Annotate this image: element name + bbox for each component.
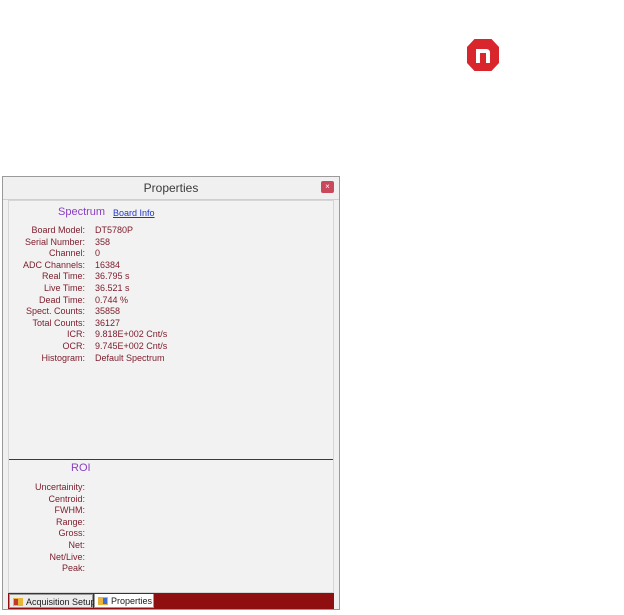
- property-label: Total Counts:: [32, 317, 85, 328]
- property-label: Spect. Counts:: [25, 306, 85, 317]
- property-value: 9.818E+002 Cnt/s: [95, 329, 168, 340]
- panel-tab-bar: Acquisition Setup Properties: [8, 593, 334, 609]
- property-value: Default Spectrum: [95, 352, 165, 363]
- properties-panel: Spectrum Board Info Board Model: DT5780P S…: [8, 200, 334, 593]
- property-label: Peak:: [61, 563, 85, 574]
- property-label: ICR:: [67, 329, 85, 340]
- spectrum-section-title: Spectrum: [58, 206, 106, 218]
- property-label: Net/Live:: [49, 551, 85, 562]
- tab-label: Acquisition Setup: [26, 597, 96, 607]
- property-label: Serial Number:: [24, 236, 85, 247]
- tab-label: Properties: [111, 596, 153, 606]
- property-value: DT5780P: [95, 225, 134, 235]
- property-label: Channel:: [48, 248, 85, 259]
- tab-acquisition-setup[interactable]: Acquisition Setup: [9, 594, 96, 608]
- property-value: 0.744 %: [95, 294, 129, 305]
- property-label: ADC Channels:: [22, 259, 85, 270]
- window-title: Properties: [143, 181, 199, 195]
- property-label: FWHM:: [54, 505, 86, 516]
- property-label: Real Time:: [41, 271, 85, 282]
- property-label: Range:: [55, 516, 85, 527]
- tab-properties[interactable]: Properties: [94, 594, 154, 608]
- properties-window: Properties × Spectrum Board Info Board M…: [2, 176, 340, 610]
- property-value: 0: [95, 248, 101, 259]
- property-label: Histogram:: [41, 352, 85, 363]
- property-label: Gross:: [58, 528, 85, 539]
- board-info-link[interactable]: Board Info: [113, 208, 155, 218]
- property-value: 36.795 s: [95, 271, 130, 282]
- property-value: 36127: [95, 317, 121, 328]
- window-titlebar[interactable]: Properties ×: [3, 177, 339, 200]
- property-label: Centroid:: [48, 493, 85, 504]
- settings-panel-icon: [13, 598, 23, 606]
- property-label: Net:: [68, 540, 85, 550]
- property-label: Dead Time:: [38, 294, 85, 305]
- close-icon[interactable]: ×: [321, 181, 334, 193]
- properties-panel-icon: [98, 597, 108, 605]
- property-label: Board Model:: [31, 225, 85, 235]
- property-value: 36.521 s: [95, 283, 130, 293]
- section-divider: [9, 459, 333, 460]
- property-value: 35858: [95, 306, 121, 317]
- property-value: 16384: [95, 259, 121, 270]
- property-label: Uncertainity:: [34, 482, 85, 492]
- property-value: 9.745E+002 Cnt/s: [95, 341, 168, 351]
- roi-section-title: ROI: [71, 462, 91, 474]
- property-value: 358: [95, 236, 111, 247]
- property-label: Live Time:: [43, 283, 85, 293]
- property-label: OCR:: [62, 341, 86, 351]
- brand-logo-icon: [467, 39, 499, 71]
